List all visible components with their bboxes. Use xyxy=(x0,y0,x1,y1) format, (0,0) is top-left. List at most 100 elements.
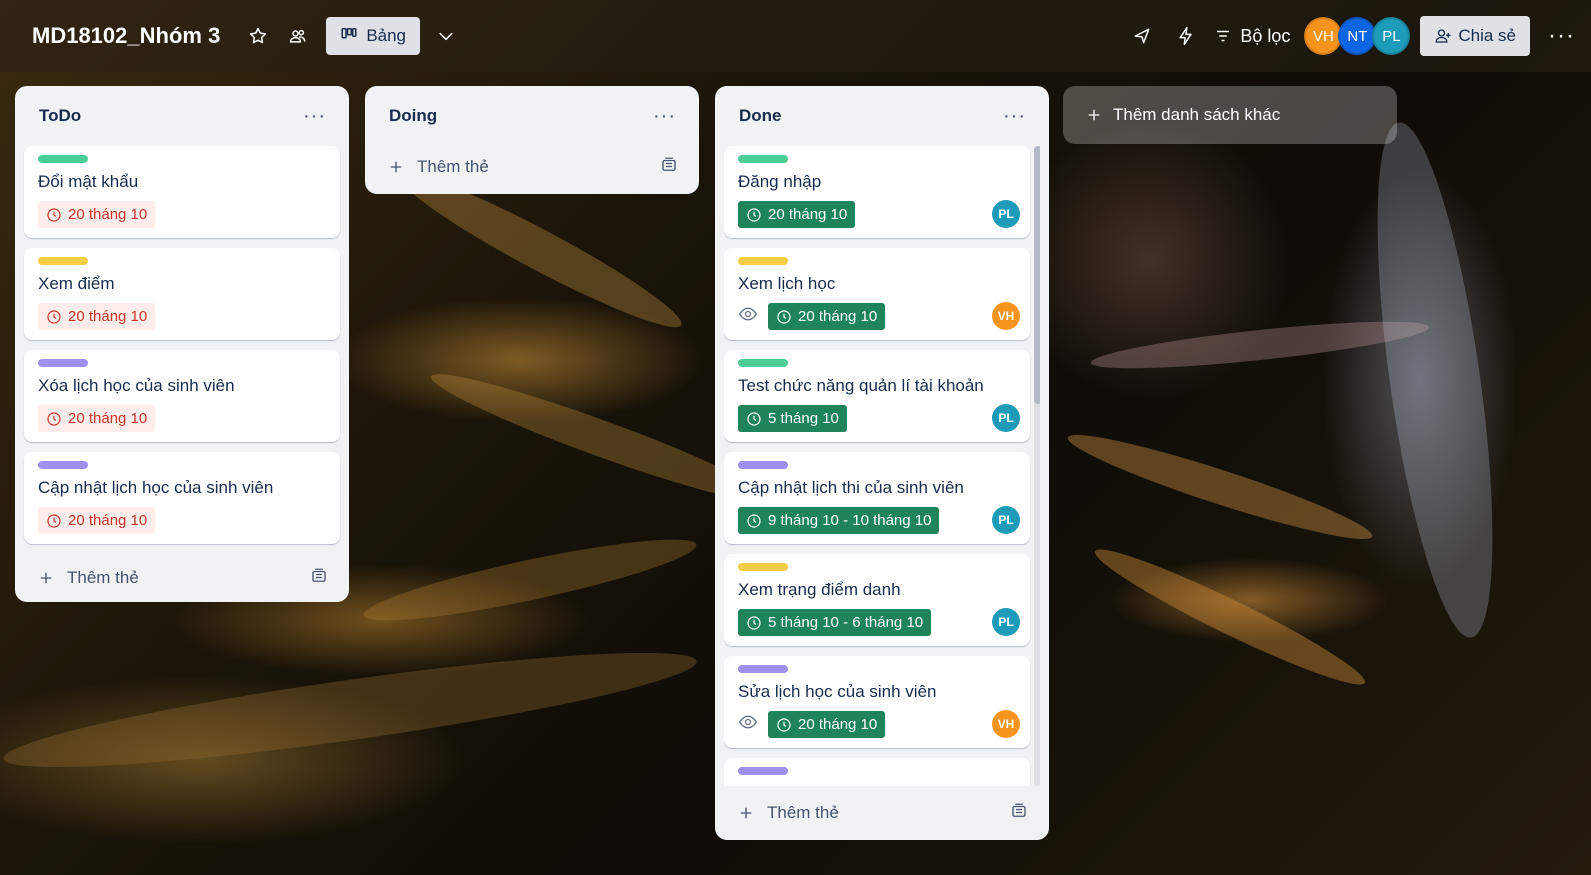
card-label[interactable] xyxy=(38,461,88,469)
workspace-visibility-icon[interactable] xyxy=(282,20,314,52)
card-label[interactable] xyxy=(738,359,788,367)
scrollbar[interactable] xyxy=(1034,146,1040,786)
list-header: ToDo ··· xyxy=(24,86,340,146)
card[interactable]: Cập nhật lịch học của sinh viên 20 tháng… xyxy=(24,452,340,544)
due-date-badge[interactable]: 9 tháng 10 - 10 tháng 10 xyxy=(738,507,940,534)
add-card-button[interactable]: Thêm thẻ xyxy=(724,786,1040,840)
due-date-badge[interactable]: 20 tháng 10 xyxy=(738,201,856,228)
card-label[interactable] xyxy=(38,155,88,163)
list-menu-icon[interactable]: ··· xyxy=(303,105,326,128)
list-menu-icon[interactable]: ··· xyxy=(653,105,676,128)
avatar[interactable]: NT xyxy=(1338,17,1377,55)
due-date-badge[interactable]: 20 tháng 10 xyxy=(38,201,156,228)
add-card-button[interactable]: Thêm thẻ xyxy=(374,140,690,194)
add-card-button[interactable]: Thêm thẻ xyxy=(24,554,340,602)
card-label[interactable] xyxy=(738,665,788,673)
avatar[interactable]: VH xyxy=(992,302,1020,330)
card-title: Xem điểm xyxy=(38,274,115,293)
avatar[interactable]: VH xyxy=(992,710,1020,738)
filter-button[interactable]: Bộ lọc xyxy=(1214,26,1290,47)
list-title[interactable]: ToDo xyxy=(39,106,81,126)
board-members: VH NT PL xyxy=(1304,17,1411,55)
card-template-icon[interactable] xyxy=(660,156,678,179)
list-header: Doing ··· xyxy=(374,86,690,146)
card-title: Cập nhật lịch học của sinh viên xyxy=(38,478,274,497)
more-icon[interactable]: ··· xyxy=(1548,22,1575,50)
card-template-icon[interactable] xyxy=(310,567,328,590)
card-title: Đổi mật khẩu xyxy=(38,172,139,191)
plus-icon xyxy=(1088,109,1100,121)
clock-icon xyxy=(777,717,791,732)
due-date-badge[interactable]: 20 tháng 10 xyxy=(768,711,886,738)
list-done: Done ··· Đăng nhập 20 tháng 10 PL Xem lị… xyxy=(715,86,1049,840)
clock-icon xyxy=(747,411,761,426)
card-label[interactable] xyxy=(38,359,88,367)
list-menu-icon[interactable]: ··· xyxy=(1003,105,1026,128)
card-label[interactable] xyxy=(738,461,788,469)
avatar[interactable]: PL xyxy=(992,506,1020,534)
card-title: Sửa lịch học của sinh viên xyxy=(738,682,937,701)
power-ups-icon[interactable] xyxy=(1126,20,1158,52)
card-title: Xem lịch học xyxy=(738,274,836,293)
board-view-button[interactable]: Bảng xyxy=(326,17,421,55)
share-label: Chia sẻ xyxy=(1458,26,1517,45)
card[interactable]: Test chức năng quản lí tài khoản 5 tháng… xyxy=(724,350,1030,442)
due-date-badge[interactable]: 5 tháng 10 xyxy=(738,405,847,432)
due-date-text: 20 tháng 10 xyxy=(768,206,848,223)
board-title[interactable]: MD18102_Nhóm 3 xyxy=(32,23,220,49)
card-title: Test chức năng quản lí tài khoản xyxy=(738,376,984,395)
due-date-text: 20 tháng 10 xyxy=(68,410,148,427)
due-date-badge[interactable]: 20 tháng 10 xyxy=(768,303,886,330)
avatar[interactable]: PL xyxy=(992,608,1020,636)
card-label[interactable] xyxy=(738,257,788,265)
card-title: Xem trạng điểm danh xyxy=(738,580,901,599)
card[interactable]: Xem lịch học 20 tháng 10 VH xyxy=(724,248,1030,340)
card[interactable]: Đổi mật khẩu 20 tháng 10 xyxy=(24,146,340,238)
due-date-badge[interactable]: 20 tháng 10 xyxy=(38,303,156,330)
chevron-down-icon[interactable] xyxy=(430,20,462,52)
star-icon[interactable] xyxy=(242,20,274,52)
add-person-icon xyxy=(1434,27,1452,45)
due-date-text: 20 tháng 10 xyxy=(68,308,148,325)
eye-icon xyxy=(738,304,758,329)
card[interactable] xyxy=(724,758,1030,786)
card[interactable]: Xem điểm 20 tháng 10 xyxy=(24,248,340,340)
clock-icon xyxy=(777,309,791,324)
card[interactable]: Xóa lịch học của sinh viên 20 tháng 10 xyxy=(24,350,340,442)
card[interactable]: Đăng nhập 20 tháng 10 PL xyxy=(724,146,1030,238)
share-button[interactable]: Chia sẻ xyxy=(1420,16,1531,56)
card-label[interactable] xyxy=(738,767,788,775)
scrollbar-thumb[interactable] xyxy=(1034,146,1040,404)
avatar[interactable]: PL xyxy=(992,404,1020,432)
list-title[interactable]: Done xyxy=(739,106,782,126)
card-label[interactable] xyxy=(738,563,788,571)
card-scroll-area[interactable]: Đăng nhập 20 tháng 10 PL Xem lịch học 20… xyxy=(724,146,1040,786)
due-date-text: 20 tháng 10 xyxy=(68,512,148,529)
card-title: Cập nhật lịch thi của sinh viên xyxy=(738,478,964,497)
clock-icon xyxy=(747,615,761,630)
due-date-badge[interactable]: 20 tháng 10 xyxy=(38,507,156,534)
due-date-badge[interactable]: 5 tháng 10 - 6 tháng 10 xyxy=(738,609,932,636)
avatar[interactable]: VH xyxy=(1304,17,1343,55)
clock-icon xyxy=(47,207,61,222)
add-card-label: Thêm thẻ xyxy=(67,568,139,587)
card-template-icon[interactable] xyxy=(1010,802,1028,825)
card[interactable]: Sửa lịch học của sinh viên 20 tháng 10 V… xyxy=(724,656,1030,748)
add-list-button[interactable]: Thêm danh sách khác xyxy=(1063,86,1397,144)
clock-icon xyxy=(47,411,61,426)
avatar[interactable]: PL xyxy=(1372,17,1411,55)
plus-icon xyxy=(740,807,752,819)
card[interactable]: Xem trạng điểm danh 5 tháng 10 - 6 tháng… xyxy=(724,554,1030,646)
avatar[interactable]: PL xyxy=(992,200,1020,228)
card[interactable]: Cập nhật lịch thi của sinh viên 9 tháng … xyxy=(724,452,1030,544)
card-label[interactable] xyxy=(738,155,788,163)
automation-icon[interactable] xyxy=(1170,20,1202,52)
due-date-text: 20 tháng 10 xyxy=(68,206,148,223)
list-title[interactable]: Doing xyxy=(389,106,437,126)
card-label[interactable] xyxy=(38,257,88,265)
filter-icon xyxy=(1214,27,1232,45)
plus-icon xyxy=(390,161,402,173)
due-date-badge[interactable]: 20 tháng 10 xyxy=(38,405,156,432)
clock-icon xyxy=(747,513,761,528)
board-view-label: Bảng xyxy=(366,26,407,45)
